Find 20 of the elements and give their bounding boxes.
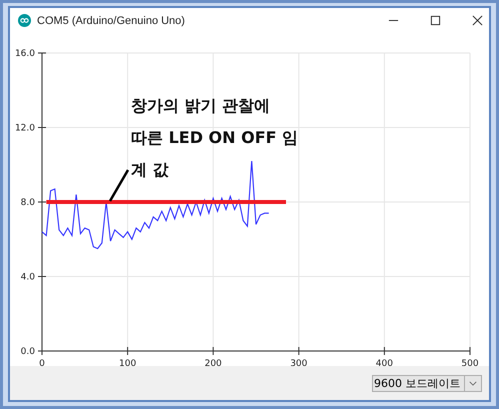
- y-tick-label: 4.0: [20, 272, 35, 282]
- x-tick-label: 400: [376, 359, 393, 366]
- y-tick-label: 0.0: [20, 347, 35, 357]
- y-tick-label: 8.0: [20, 198, 35, 208]
- x-tick-label: 500: [461, 359, 479, 366]
- annotation-text: 계 값: [131, 160, 169, 179]
- baud-rate-dropdown[interactable]: 9600 보드레이트: [372, 374, 482, 392]
- y-tick-label: 16.0: [14, 49, 35, 59]
- app-logo-icon: [18, 14, 31, 27]
- caret-icon: [469, 380, 477, 386]
- window-title: COM5 (Arduino/Genuino Uno): [37, 14, 185, 26]
- x-tick-label: 0: [39, 359, 45, 366]
- x-tick-label: 100: [119, 359, 136, 366]
- x-tick-label: 300: [290, 359, 308, 366]
- x-tick-label: 200: [204, 359, 222, 366]
- y-tick-label: 12.0: [14, 124, 35, 134]
- close-icon[interactable]: [472, 15, 483, 26]
- maximize-icon[interactable]: [430, 15, 441, 26]
- annotation-text: 창가의 밝기 관찰에: [131, 96, 270, 115]
- annotation-text: 따른 LED ON OFF 임: [131, 128, 298, 147]
